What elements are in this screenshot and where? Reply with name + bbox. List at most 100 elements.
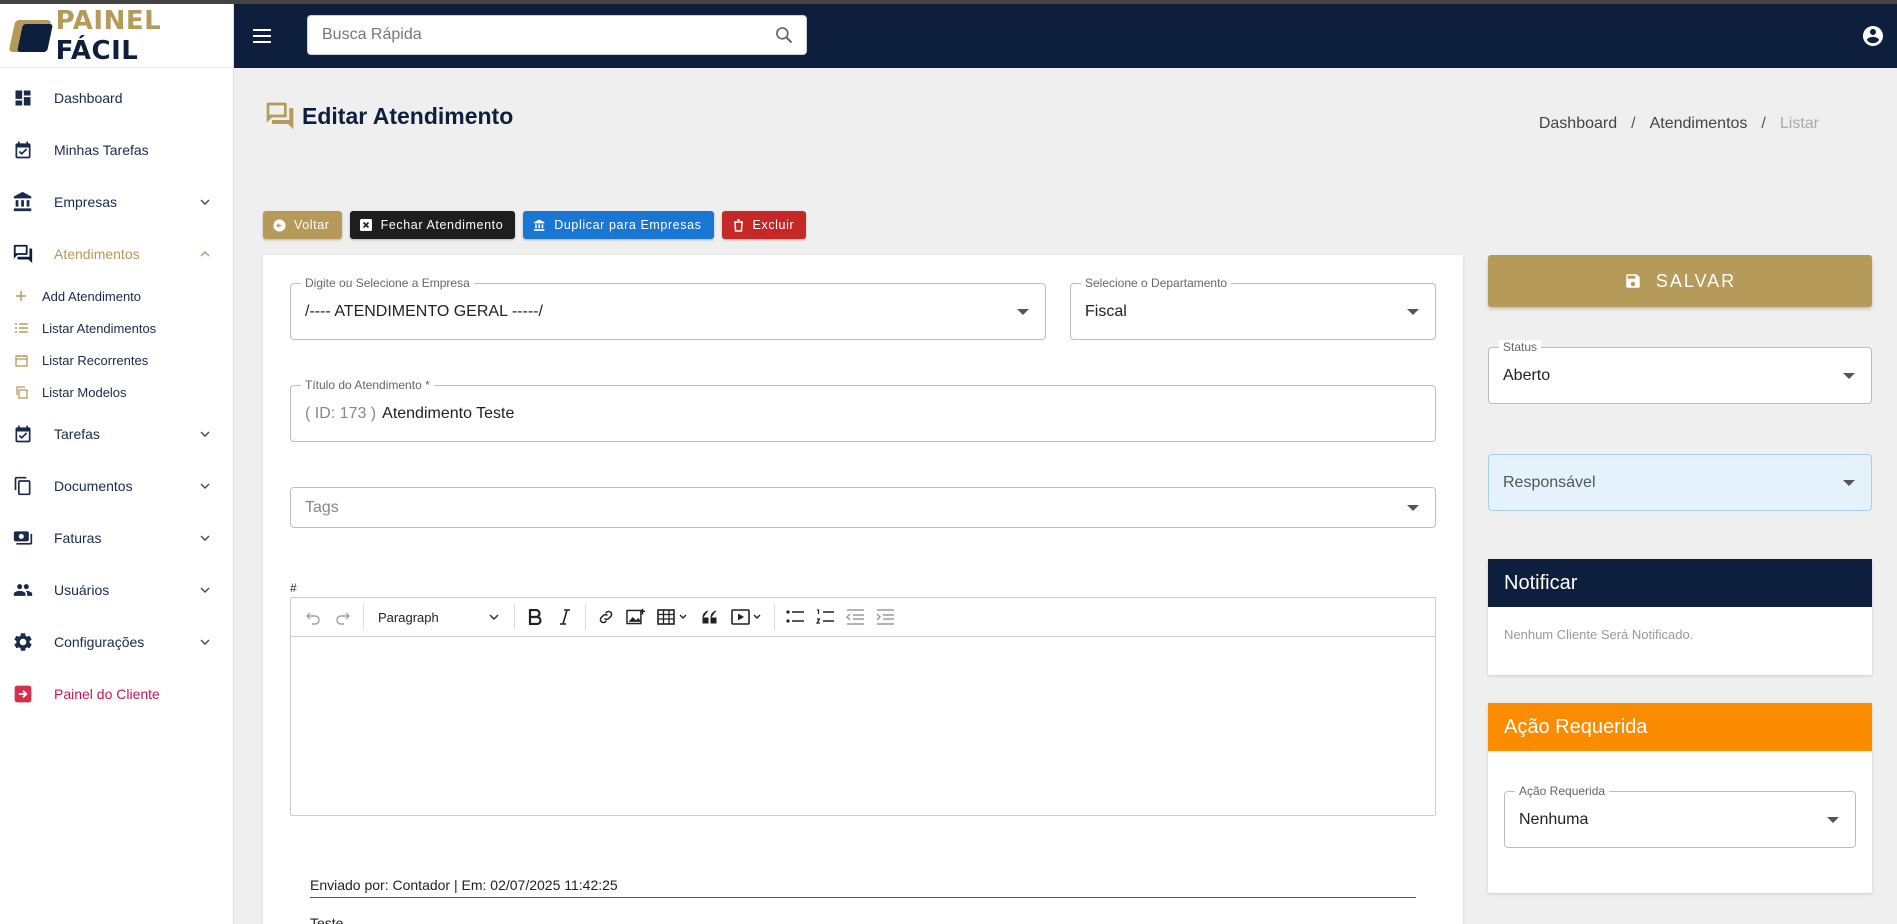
breadcrumb-separator: / — [1631, 115, 1636, 132]
search-icon[interactable] — [774, 25, 794, 45]
copy-icon — [14, 385, 28, 399]
page-header: Editar Atendimento — [264, 100, 513, 132]
sidebar-item-label: Empresas — [54, 194, 118, 210]
bank-icon — [533, 219, 546, 232]
link-icon[interactable] — [592, 603, 620, 631]
users-icon — [12, 579, 34, 601]
dropdown-arrow-icon — [1407, 308, 1419, 315]
paragraph-select[interactable]: Paragraph — [370, 603, 508, 631]
acao-requerida-label: Ação Requerida — [1515, 784, 1610, 798]
tags-placeholder: Tags — [305, 498, 339, 516]
sidebar-item-empresas[interactable]: Empresas — [0, 176, 233, 228]
brand-name: PAINEL FÁCIL — [55, 5, 162, 66]
documents-icon — [12, 475, 34, 497]
undo-icon[interactable] — [299, 603, 327, 631]
sidebar-item-label: Usuários — [54, 582, 110, 598]
sidebar-item-tarefas[interactable]: Tarefas — [0, 408, 233, 460]
duplicate-button[interactable]: Duplicar para Empresas — [523, 211, 714, 239]
outdent-icon[interactable] — [841, 603, 869, 631]
numbered-list-icon[interactable] — [811, 603, 839, 631]
acao-requerida-select[interactable]: Ação Requerida Nenhuma — [1504, 784, 1856, 848]
sidebar: PAINEL FÁCIL Dashboard Minhas Tarefas Em… — [0, 4, 234, 924]
search-input[interactable] — [308, 16, 748, 54]
calendar-check-icon — [12, 423, 34, 445]
sidebar-item-documentos[interactable]: Documentos — [0, 460, 233, 512]
editor-content-area[interactable] — [291, 637, 1435, 815]
tags-select[interactable]: Tags — [290, 487, 1436, 528]
page-title: Editar Atendimento — [302, 102, 514, 129]
bulleted-list-icon[interactable] — [781, 603, 809, 631]
trash-icon — [732, 218, 745, 232]
redo-icon[interactable] — [329, 603, 357, 631]
sidebar-item-faturas[interactable]: Faturas — [0, 512, 233, 564]
insert-image-icon[interactable] — [622, 603, 650, 631]
submenu-listar-recorrentes[interactable]: Listar Recorrentes — [0, 344, 233, 376]
calendar-check-icon — [12, 139, 34, 161]
blockquote-icon[interactable] — [696, 603, 724, 631]
back-label: Voltar — [294, 218, 330, 232]
menu-icon[interactable] — [250, 24, 274, 48]
submenu-listar-atendimentos[interactable]: Listar Atendimentos — [0, 312, 233, 344]
media-embed-icon[interactable] — [726, 603, 768, 631]
departamento-select[interactable]: Selecione o Departamento Fiscal — [1070, 276, 1436, 340]
status-select[interactable]: Status Aberto — [1488, 340, 1872, 404]
acao-requerida-title: Ação Requerida — [1488, 703, 1872, 751]
notificar-text: Nenhum Cliente Será Notificado. — [1504, 627, 1694, 642]
chevron-down-icon — [200, 199, 210, 205]
italic-icon[interactable] — [551, 603, 579, 631]
table-icon[interactable] — [652, 603, 694, 631]
close-ticket-label: Fechar Atendimento — [380, 218, 504, 232]
sidebar-item-label: Configurações — [54, 634, 145, 650]
bold-icon[interactable] — [521, 603, 549, 631]
responsavel-placeholder: Responsável — [1503, 473, 1596, 491]
chevron-down-icon — [200, 431, 210, 437]
dropdown-arrow-icon — [1843, 479, 1855, 486]
submenu-listar-modelos[interactable]: Listar Modelos — [0, 376, 233, 408]
departamento-value: Fiscal — [1085, 302, 1127, 320]
sidebar-item-atendimentos[interactable]: Atendimentos — [0, 228, 233, 280]
submenu-add-atendimento[interactable]: Add Atendimento — [0, 280, 233, 312]
brand-logo[interactable]: PAINEL FÁCIL — [0, 4, 233, 68]
logo-icon — [8, 18, 53, 54]
sidebar-item-tasks[interactable]: Minhas Tarefas — [0, 124, 233, 176]
chevron-down-icon — [200, 483, 210, 489]
acao-requerida-value: Nenhuma — [1519, 810, 1589, 828]
atendimentos-submenu: Add Atendimento Listar Atendimentos List… — [0, 280, 233, 408]
forum-icon — [266, 102, 294, 130]
sidebar-item-label: Minhas Tarefas — [54, 142, 149, 158]
close-ticket-button[interactable]: Fechar Atendimento — [349, 211, 516, 239]
arrow-back-circle-icon — [273, 218, 286, 232]
delete-button[interactable]: Excluir — [721, 211, 807, 239]
forum-icon — [12, 243, 34, 265]
toolbar-divider — [774, 604, 775, 630]
submenu-label: Listar Atendimentos — [42, 320, 157, 336]
save-button[interactable]: SALVAR — [1488, 255, 1872, 307]
departamento-label: Selecione o Departamento — [1081, 276, 1232, 290]
empresa-select[interactable]: Digite ou Selecione a Empresa /---- ATEN… — [290, 276, 1046, 340]
list-icon — [14, 321, 28, 335]
chevron-up-icon — [200, 251, 210, 257]
breadcrumb-atendimentos[interactable]: Atendimentos — [1650, 115, 1748, 133]
notificar-title: Notificar — [1488, 559, 1872, 607]
action-bar: Voltar Fechar Atendimento Duplicar para … — [263, 211, 807, 239]
ticket-id: ( ID: 173 ) — [305, 404, 377, 422]
quick-search — [307, 15, 807, 55]
back-button[interactable]: Voltar — [263, 211, 342, 239]
sidebar-item-configuracoes[interactable]: Configurações — [0, 616, 233, 668]
breadcrumb-dashboard[interactable]: Dashboard — [1539, 115, 1617, 133]
sidebar-item-dashboard[interactable]: Dashboard — [0, 72, 233, 124]
sidebar-item-usuarios[interactable]: Usuários — [0, 564, 233, 616]
submenu-label: Add Atendimento — [42, 288, 142, 304]
status-label: Status — [1499, 340, 1542, 354]
notificar-panel: Notificar Nenhum Cliente Será Notificado… — [1488, 559, 1872, 675]
top-bar — [234, 4, 1897, 68]
sidebar-item-label: Atendimentos — [54, 246, 140, 262]
toolbar-divider — [585, 604, 586, 630]
account-icon[interactable] — [1861, 24, 1885, 48]
indent-icon[interactable] — [871, 603, 899, 631]
sidebar-item-painel-cliente[interactable]: Painel do Cliente — [0, 668, 233, 720]
dropdown-arrow-icon — [1843, 372, 1855, 379]
chevron-down-icon — [200, 587, 210, 593]
titulo-field[interactable]: Título do Atendimento * ( ID: 173 ) Atend… — [290, 378, 1436, 442]
responsavel-select[interactable]: Responsável — [1488, 454, 1872, 511]
